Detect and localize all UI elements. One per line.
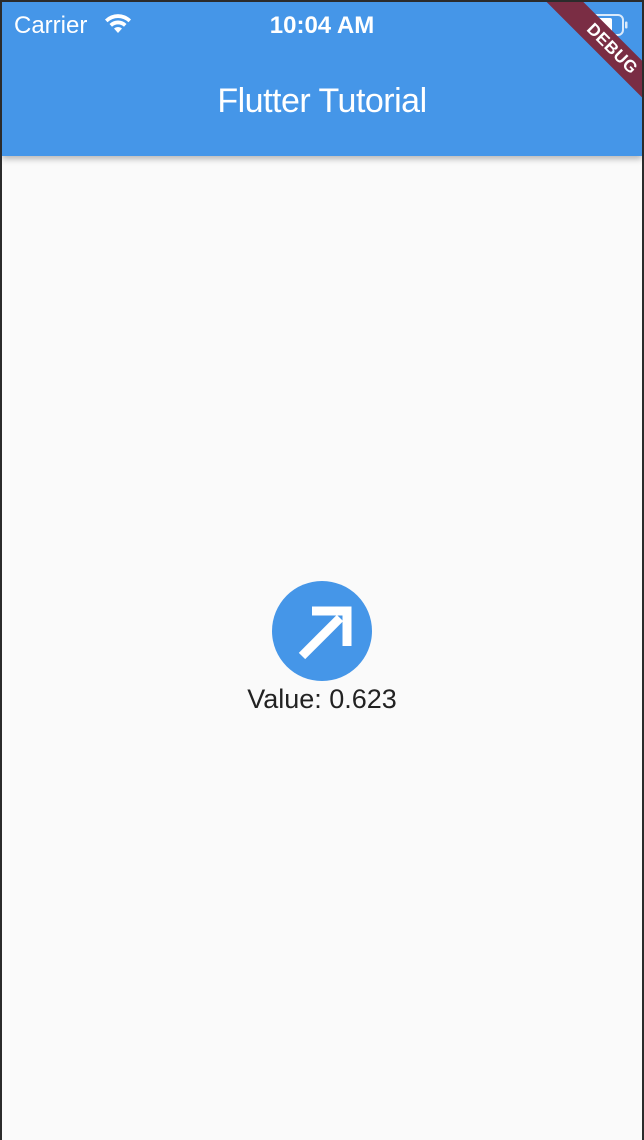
dial-button[interactable] [272,581,372,681]
value-label: Value: 0.623 [247,684,397,714]
arrow-up-right-icon [298,606,352,660]
debug-banner: DEBUG [512,2,642,132]
debug-banner-label: DEBUG [535,2,642,126]
app-screen: Carrier 10:04 AM Flutter Tutorial DEBUG [2,2,642,1140]
